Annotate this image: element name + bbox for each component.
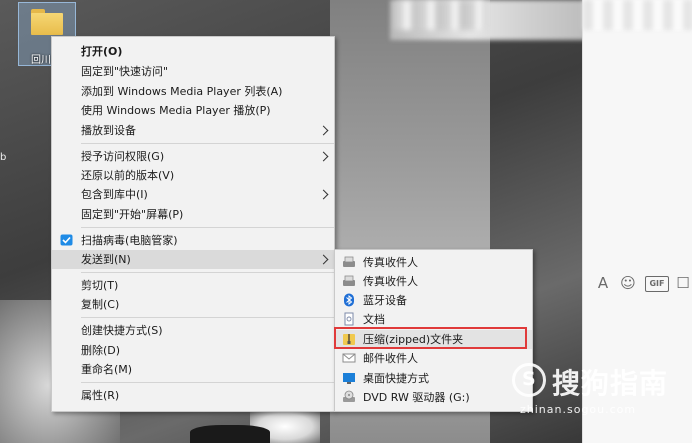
mail-icon <box>342 353 356 363</box>
folder-send-icon[interactable]: ☐ <box>675 274 691 292</box>
watermark-brand: 搜狗指南 <box>552 367 669 400</box>
menu-item-label: 播放到设备 <box>81 124 136 137</box>
emoji-icon[interactable]: ☺ <box>619 274 637 292</box>
menu-item-restore-versions[interactable]: 还原以前的版本(V) <box>52 166 334 185</box>
document-icon <box>344 312 354 326</box>
sogou-watermark: S 搜狗指南 zhinan.sogou.com <box>512 360 688 420</box>
chat-header-blurred <box>583 0 692 30</box>
menu-item-label: 剪切(T) <box>81 279 119 292</box>
menu-item-label: 创建快捷方式(S) <box>81 324 163 337</box>
submenu-item-label: 桌面快捷方式 <box>363 372 429 385</box>
fax-icon <box>343 275 355 286</box>
desktop-icon <box>343 373 355 384</box>
menu-item-label: 包含到库中(I) <box>81 188 148 201</box>
menu-item-add-wmp-list[interactable]: 添加到 Windows Media Player 列表(A) <box>52 82 334 101</box>
chevron-right-icon <box>320 189 327 200</box>
menu-item-pin-quick-access[interactable]: 固定到"快速访问" <box>52 62 334 81</box>
submenu-item-label: DVD RW 驱动器 (G:) <box>363 391 470 404</box>
desktop-edge-text: b <box>0 152 7 163</box>
menu-item-send-to[interactable]: 发送到(N) <box>52 250 334 269</box>
gif-icon[interactable]: GIF <box>645 276 669 292</box>
menu-item-scan-virus[interactable]: 扫描病毒(电脑管家) <box>52 231 334 250</box>
fax-icon <box>343 256 355 267</box>
menu-item-properties[interactable]: 属性(R) <box>52 386 334 405</box>
context-menu: 打开(O) 固定到"快速访问" 添加到 Windows Media Player… <box>51 36 335 412</box>
font-format-icon[interactable]: A <box>595 274 611 292</box>
menu-separator <box>81 143 334 144</box>
shield-icon <box>60 234 73 246</box>
folder-icon <box>31 9 63 35</box>
menu-separator <box>81 382 334 383</box>
menu-item-label: 扫描病毒(电脑管家) <box>81 234 178 247</box>
submenu-item-label: 蓝牙设备 <box>363 294 407 307</box>
highlight-box <box>334 327 527 349</box>
menu-item-label: 删除(D) <box>81 344 121 357</box>
menu-item-label: 固定到"快速访问" <box>81 65 169 78</box>
chevron-right-icon <box>320 151 327 162</box>
desktop-folder-label: 回川 <box>31 55 51 66</box>
menu-item-label: 发送到(N) <box>81 253 131 266</box>
dvd-drive-icon <box>343 390 355 402</box>
menu-item-delete[interactable]: 删除(D) <box>52 341 334 360</box>
send-to-fax-recipient[interactable]: 传真收件人 <box>335 253 532 272</box>
menu-item-label: 添加到 Windows Media Player 列表(A) <box>81 85 283 98</box>
menu-item-open[interactable]: 打开(O) <box>52 42 334 61</box>
menu-item-label: 固定到"开始"屏幕(P) <box>81 208 184 221</box>
menu-item-play-wmp[interactable]: 使用 Windows Media Player 播放(P) <box>52 101 334 120</box>
send-to-fax-recipient-2[interactable]: 传真收件人 <box>335 272 532 291</box>
menu-separator <box>81 317 334 318</box>
submenu-item-label: 邮件收件人 <box>363 352 418 365</box>
menu-item-cut[interactable]: 剪切(T) <box>52 276 334 295</box>
submenu-item-label: 传真收件人 <box>363 256 418 269</box>
watermark-url: zhinan.sogou.com <box>520 403 637 416</box>
menu-item-label: 打开(O) <box>81 45 123 58</box>
menu-item-include-library[interactable]: 包含到库中(I) <box>52 185 334 204</box>
menu-item-give-access[interactable]: 授予访问权限(G) <box>52 147 334 166</box>
menu-separator <box>81 227 334 228</box>
submenu-item-label: 传真收件人 <box>363 275 418 288</box>
send-to-mail-recipient[interactable]: 邮件收件人 <box>335 349 532 368</box>
send-to-bluetooth[interactable]: 蓝牙设备 <box>335 291 532 310</box>
menu-item-label: 使用 Windows Media Player 播放(P) <box>81 104 271 117</box>
chevron-right-icon <box>320 125 327 136</box>
menu-item-create-shortcut[interactable]: 创建快捷方式(S) <box>52 321 334 340</box>
menu-item-rename[interactable]: 重命名(M) <box>52 360 334 379</box>
logo-letter: S <box>522 368 536 390</box>
send-to-desktop-shortcut[interactable]: 桌面快捷方式 <box>335 369 532 388</box>
menu-item-label: 还原以前的版本(V) <box>81 169 175 182</box>
menu-item-pin-start[interactable]: 固定到"开始"屏幕(P) <box>52 205 334 224</box>
chat-input-toolbar: A ☺ GIF ☐ <box>583 270 692 296</box>
menu-item-copy[interactable]: 复制(C) <box>52 295 334 314</box>
menu-item-cast-to-device[interactable]: 播放到设备 <box>52 121 334 140</box>
chevron-right-icon <box>320 254 327 265</box>
sogou-logo-icon: S <box>512 363 546 397</box>
menu-item-label: 重命名(M) <box>81 363 133 376</box>
menu-separator <box>81 272 334 273</box>
submenu-item-label: 文档 <box>363 313 385 326</box>
menu-item-label: 授予访问权限(G) <box>81 150 165 163</box>
menu-item-label: 属性(R) <box>81 389 120 402</box>
bluetooth-icon <box>344 293 354 307</box>
menu-item-label: 复制(C) <box>81 298 120 311</box>
send-to-dvd-drive[interactable]: DVD RW 驱动器 (G:) <box>335 388 532 407</box>
